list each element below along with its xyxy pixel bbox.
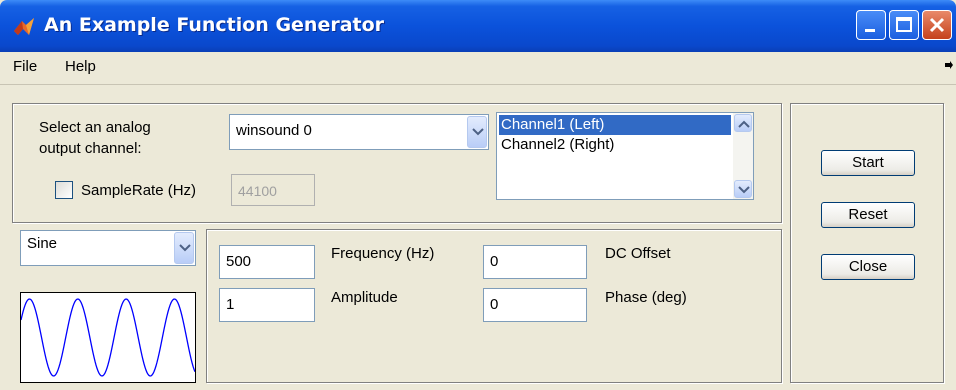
select-channel-label-line1: Select an analog xyxy=(39,119,151,136)
channel-panel: Select an analog output channel: winsoun… xyxy=(12,103,782,223)
chevron-down-icon xyxy=(472,128,484,136)
parameters-panel: 500 Frequency (Hz) 0 DC Offset 1 Amplitu… xyxy=(206,229,782,383)
main-content: Select an analog output channel: winsoun… xyxy=(0,84,956,390)
minimize-button[interactable] xyxy=(856,10,886,40)
waveform-dropdown-button[interactable] xyxy=(174,232,194,264)
phase-label: Phase (deg) xyxy=(605,289,687,306)
close-window-button[interactable] xyxy=(922,10,952,40)
waveform-type-value: Sine xyxy=(27,235,58,252)
close-icon xyxy=(929,17,945,33)
listbox-scrollbar[interactable] xyxy=(733,113,753,199)
chevron-up-icon xyxy=(738,120,750,128)
select-channel-label-line2: output channel: xyxy=(39,140,142,157)
waveform-preview xyxy=(20,292,196,383)
title-bar[interactable]: An Example Function Generator xyxy=(0,0,956,52)
menu-file[interactable]: File xyxy=(13,58,37,75)
list-item[interactable]: Channel2 (Right) xyxy=(499,135,731,155)
scroll-down-button[interactable] xyxy=(734,180,752,198)
device-dropdown[interactable]: winsound 0 xyxy=(229,114,489,150)
sine-wave-plot xyxy=(20,298,196,377)
channel-listbox[interactable]: Channel1 (Left) Channel2 (Right) xyxy=(496,112,754,200)
maximize-button[interactable] xyxy=(889,10,919,40)
menu-bar: File Help xyxy=(0,52,956,84)
minimize-icon xyxy=(865,29,875,32)
amplitude-label: Amplitude xyxy=(331,289,398,306)
samplerate-field[interactable]: 44100 xyxy=(231,174,315,206)
dc-offset-label: DC Offset xyxy=(605,245,671,262)
matlab-logo-icon xyxy=(14,18,34,35)
maximize-icon xyxy=(896,17,912,32)
amplitude-field[interactable]: 1 xyxy=(219,288,315,322)
sine-wave-line xyxy=(20,298,196,377)
frequency-label: Frequency (Hz) xyxy=(331,245,435,262)
waveform-type-dropdown[interactable]: Sine xyxy=(20,230,196,266)
device-dropdown-button[interactable] xyxy=(467,116,487,148)
menu-help[interactable]: Help xyxy=(65,58,96,75)
dc-offset-field[interactable]: 0 xyxy=(483,245,587,279)
chevron-down-icon xyxy=(738,186,750,194)
close-button[interactable]: Close xyxy=(821,254,915,280)
frequency-field[interactable]: 500 xyxy=(219,245,315,279)
start-button[interactable]: Start xyxy=(821,150,915,176)
list-item[interactable]: Channel1 (Left) xyxy=(499,115,731,135)
reset-button[interactable]: Reset xyxy=(821,202,915,228)
phase-field[interactable]: 0 xyxy=(483,288,587,322)
window-title: An Example Function Generator xyxy=(44,14,385,36)
samplerate-checkbox[interactable] xyxy=(55,181,73,199)
scroll-up-button[interactable] xyxy=(734,114,752,132)
buttons-panel: Start Reset Close xyxy=(790,103,944,383)
device-dropdown-value: winsound 0 xyxy=(236,122,312,139)
toolbar-arrow-icon[interactable] xyxy=(944,60,954,72)
samplerate-checkbox-label: SampleRate (Hz) xyxy=(81,182,197,199)
chevron-down-icon xyxy=(179,244,191,252)
